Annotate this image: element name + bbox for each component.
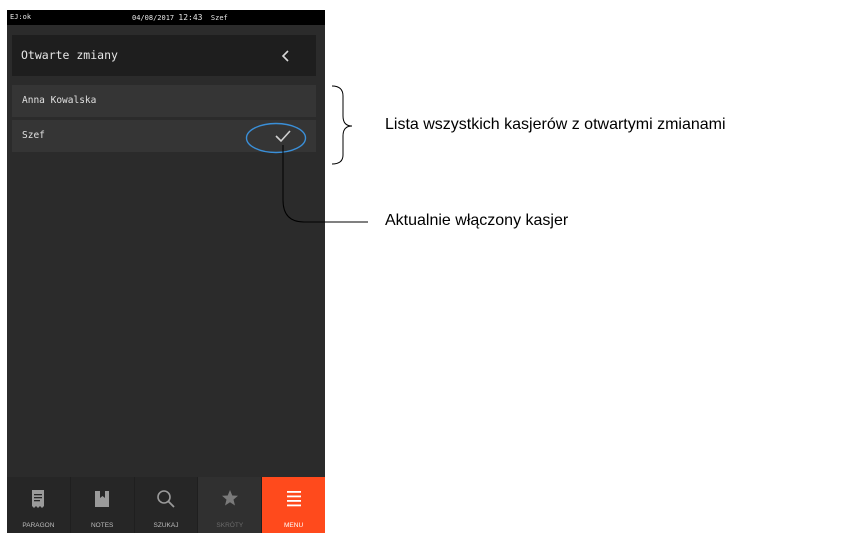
- annotation-list-caption: Lista wszystkich kasjerów z otwartymi zm…: [385, 116, 726, 133]
- annotation-lines: [282, 85, 368, 223]
- annotation-active-caption: Aktualnie włączony kasjer: [385, 212, 569, 229]
